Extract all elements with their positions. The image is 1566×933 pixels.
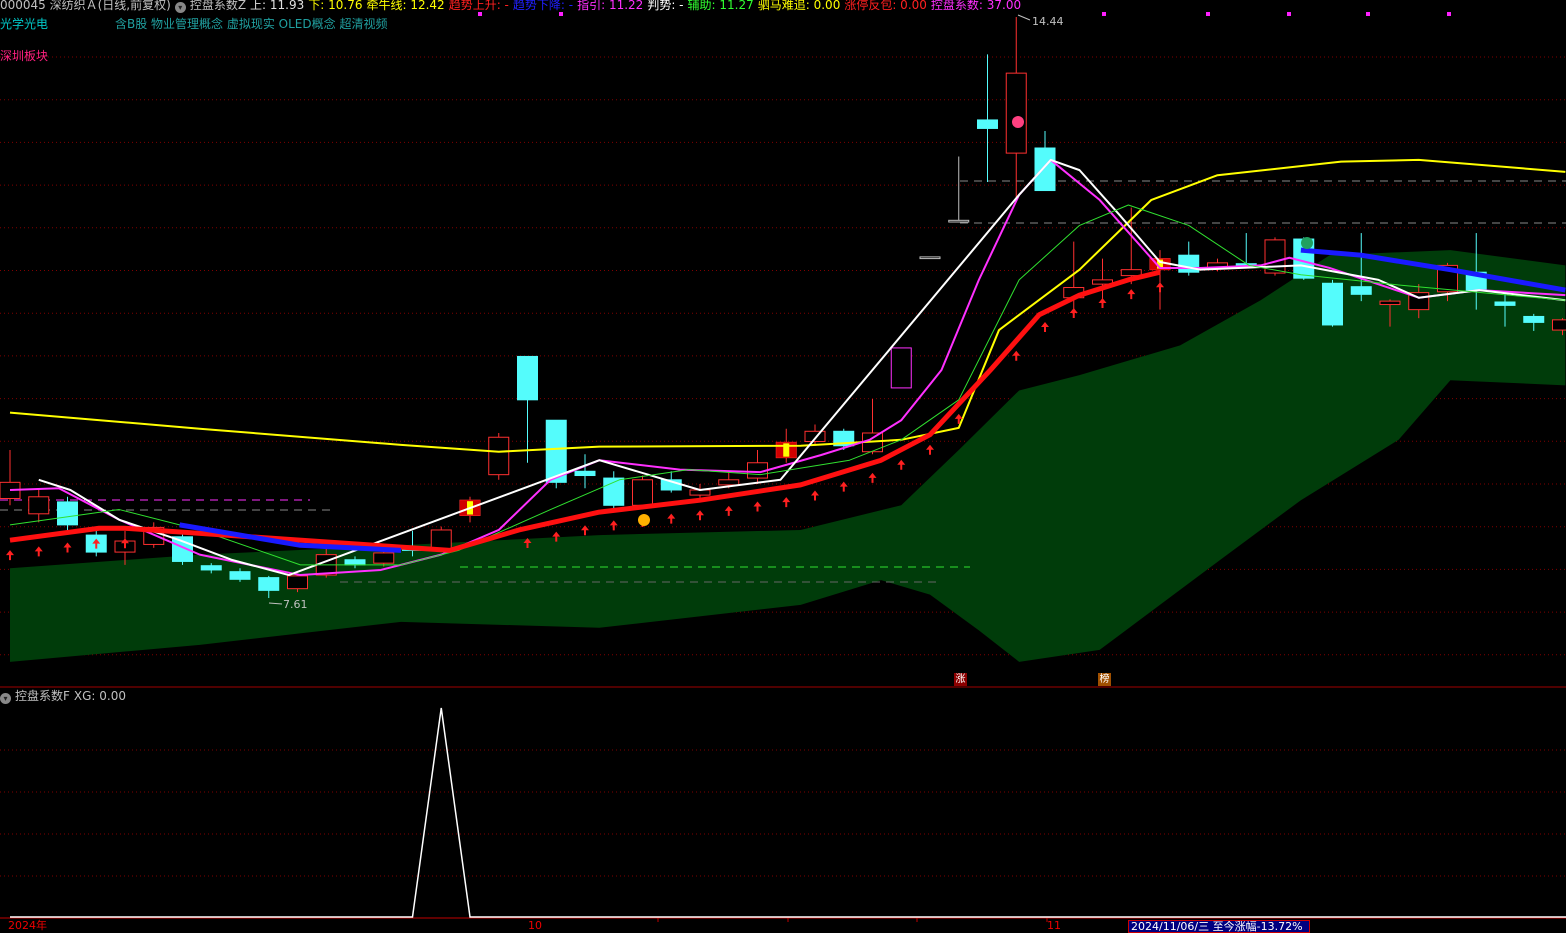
candle-body <box>29 497 49 514</box>
up-arrow-icon <box>6 550 14 560</box>
candle-body <box>633 480 653 506</box>
candle-body <box>374 553 394 563</box>
header-value-9: 涨停反包: 0.00 <box>844 0 927 12</box>
chevron-down-icon[interactable]: ▾ <box>175 2 186 13</box>
header-value-4: 趋势下降: - <box>513 0 573 12</box>
region-label: 深圳板块 <box>0 49 48 63</box>
candle-body <box>1351 287 1371 295</box>
up-arrow-icon <box>610 520 618 530</box>
candle-body <box>259 578 279 591</box>
up-arrow-icon <box>667 514 675 524</box>
low-price-label: 7.61 <box>283 598 308 612</box>
sub-pane-header: ▾ 控盘系数F XG: 0.00 <box>0 689 130 704</box>
up-arrow-icon <box>1070 308 1078 318</box>
up-arrow-icon <box>725 506 733 516</box>
candle-body <box>1121 270 1141 276</box>
period-label: (日线,前复权) <box>98 0 171 12</box>
xg-line <box>10 708 1566 917</box>
x-label-year: 2024年 <box>8 921 47 931</box>
candle-body <box>489 437 509 474</box>
check-signal-icon <box>1301 237 1313 249</box>
up-arrow-icon <box>1127 289 1135 299</box>
up-arrow-icon <box>897 460 905 470</box>
up-arrow-icon <box>35 546 43 556</box>
candle-body <box>1323 283 1343 325</box>
high-price-label: 14.44 <box>1032 15 1064 29</box>
header-line: 000045 深纺织Ａ(日线,前复权) ▾ 控盘系数Z 上: 11.93 下: 10.7… <box>0 0 1029 13</box>
up-arrow-icon <box>754 501 762 511</box>
candle-body <box>949 220 969 222</box>
up-arrow-icon <box>581 525 589 535</box>
chevron-down-icon[interactable]: ▾ <box>0 693 11 704</box>
up-arrow-icon <box>1099 298 1107 308</box>
candle-body <box>719 480 739 485</box>
up-arrow-icon <box>782 497 790 507</box>
candle-body <box>1553 320 1566 330</box>
candle-body <box>1380 301 1400 304</box>
up-arrow-icon <box>1012 351 1020 361</box>
signal-dot <box>1447 12 1451 16</box>
sub-indicator-name[interactable]: 控盘系数F <box>15 689 70 703</box>
header-value-2: 牵牛线: 12.42 <box>366 0 444 12</box>
up-arrow-icon <box>840 482 848 492</box>
header-value-6: 判势: - <box>647 0 683 12</box>
up-arrow-icon <box>869 473 877 483</box>
x-label-oct: 10 <box>528 921 542 931</box>
up-arrow-icon <box>696 510 704 520</box>
candle-body <box>891 348 911 388</box>
ranking-marker[interactable]: 榜 <box>1098 673 1111 686</box>
signal-dot <box>1102 12 1106 16</box>
buy-signal-icon <box>638 514 650 526</box>
signal-dot <box>1287 12 1291 16</box>
signal-dot <box>1206 12 1210 16</box>
candle-body <box>518 356 538 399</box>
limit-up-marker[interactable]: 涨 <box>954 673 967 686</box>
indicator-name[interactable]: 控盘系数Z <box>190 0 246 12</box>
header-value-8: 驷马难追: 0.00 <box>758 0 841 12</box>
signal-dot <box>1366 12 1370 16</box>
header-value-1: 下: 10.76 <box>308 0 362 12</box>
up-arrow-icon <box>1156 282 1164 292</box>
industry-label: 光学光电 <box>0 17 48 31</box>
candle-body <box>1495 302 1515 305</box>
date-info-box: 2024/11/06/三 至今涨幅-13.72% <box>1128 920 1310 933</box>
candle-body <box>978 120 998 129</box>
candle-body <box>575 471 595 475</box>
header-value-10: 控盘系数: 37.00 <box>931 0 1021 12</box>
candle-body <box>920 257 940 259</box>
up-arrow-icon <box>926 445 934 455</box>
stock-name: 000045 深纺织Ａ <box>0 0 98 12</box>
x-label-nov: 11 <box>1047 921 1061 931</box>
kline-chart[interactable] <box>0 0 1566 931</box>
candle-body <box>1265 240 1285 273</box>
candle-body <box>230 572 250 580</box>
up-arrow-icon <box>811 490 819 500</box>
candle-body <box>1006 73 1026 153</box>
candle-body <box>1035 148 1055 191</box>
star-signal-icon <box>1012 116 1024 128</box>
candle-body <box>201 566 221 570</box>
sub-indicator-value: XG: 0.00 <box>74 689 126 703</box>
high-pointer <box>1018 15 1030 20</box>
header-value-0: 上: 11.93 <box>250 0 304 12</box>
header-value-5: 指引: 11.22 <box>577 0 643 12</box>
up-arrow-icon <box>64 542 72 552</box>
concepts-label: 含B股 物业管理概念 虚拟现实 OLED概念 超清视频 <box>115 17 387 31</box>
header-value-3: 趋势上升: - <box>449 0 509 12</box>
up-arrow-icon <box>1041 322 1049 332</box>
candle-body <box>345 560 365 565</box>
candle-body <box>288 576 308 589</box>
header-value-7: 辅助: 11.27 <box>688 0 754 12</box>
candle-body <box>58 502 78 525</box>
candle-body <box>1524 316 1544 322</box>
